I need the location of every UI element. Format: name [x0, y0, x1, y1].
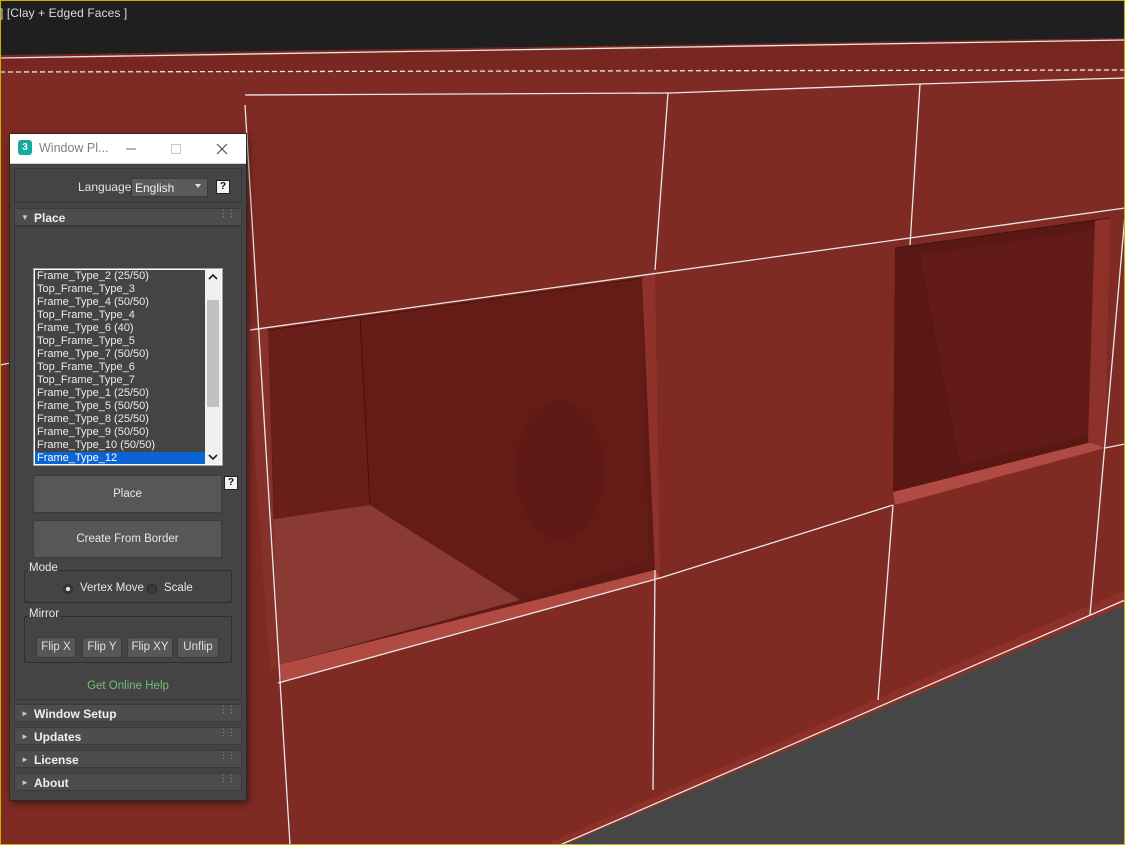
window-placer-panel[interactable]: 3 Window Pl... Language: English ? ▼ Pla… [10, 134, 246, 800]
rollout-license-header[interactable]: ► License ⋮⋮ [14, 750, 242, 768]
collapsed-triangle-icon: ► [21, 732, 29, 741]
flip-xy-button[interactable]: Flip XY [127, 637, 173, 658]
list-item[interactable]: Frame_Type_7 (50/50) [35, 348, 205, 361]
language-label: Language: [78, 180, 135, 194]
mirror-group-title: Mirror [28, 608, 61, 620]
rollout-window-setup-header[interactable]: ► Window Setup ⋮⋮ [14, 704, 242, 722]
rollout-title: Place [34, 211, 66, 225]
list-item[interactable]: Top_Frame_Type_6 [35, 361, 205, 374]
mode-group-title: Mode [28, 562, 59, 574]
vertex-move-radio[interactable] [63, 584, 73, 594]
rollout-title: About [34, 776, 69, 790]
grip-icon: ⋮⋮ [219, 773, 236, 783]
maximize-icon [171, 143, 181, 154]
window-title: Window Pl... [39, 141, 109, 155]
list-item[interactable]: Frame_Type_5 (50/50) [35, 400, 205, 413]
scroll-thumb[interactable] [207, 300, 219, 407]
close-button[interactable] [202, 134, 242, 163]
rollout-title: License [34, 753, 79, 767]
unflip-button[interactable]: Unflip [177, 637, 219, 658]
language-selected: English [135, 181, 175, 195]
scale-radio[interactable] [147, 584, 157, 594]
get-online-help-link[interactable]: Get Online Help [14, 680, 242, 692]
grip-icon: ⋮⋮ [219, 704, 236, 714]
vertex-move-label[interactable]: Vertex Move [80, 582, 144, 594]
minimize-icon [126, 148, 136, 149]
grip-icon: ⋮⋮ [219, 750, 236, 760]
list-item[interactable]: Frame_Type_9 (50/50) [35, 426, 205, 439]
scale-label[interactable]: Scale [164, 582, 193, 594]
rollout-updates-header[interactable]: ► Updates ⋮⋮ [14, 727, 242, 745]
place-button[interactable]: Place [33, 475, 222, 513]
language-help-button[interactable]: ? [216, 180, 230, 194]
language-row: Language: English ? [14, 168, 242, 203]
expanded-triangle-icon: ▼ [21, 213, 29, 222]
scroll-up-arrow-icon [208, 273, 218, 280]
close-icon [216, 143, 228, 154]
list-item[interactable]: Frame_Type_8 (25/50) [35, 413, 205, 426]
language-dropdown[interactable]: English [131, 178, 208, 197]
scroll-down-button[interactable] [205, 449, 221, 464]
mirror-group: Mirror Flip X Flip Y Flip XY Unflip [24, 608, 232, 663]
maximize-button[interactable] [156, 134, 196, 163]
list-item[interactable]: Top_Frame_Type_3 [35, 283, 205, 296]
scroll-down-arrow-icon [208, 454, 218, 461]
create-from-border-button[interactable]: Create From Border [33, 520, 222, 558]
list-item[interactable]: Top_Frame_Type_4 [35, 309, 205, 322]
grip-icon: ⋮⋮ [219, 208, 236, 218]
collapsed-triangle-icon: ► [21, 778, 29, 787]
list-item[interactable]: Frame_Type_10 (50/50) [35, 439, 205, 452]
minimize-button[interactable] [111, 134, 151, 163]
collapsed-triangle-icon: ► [21, 755, 29, 764]
panel-client: Language: English ? ▼ Place ⋮⋮ Frame_Typ… [14, 168, 242, 796]
rollout-about-header[interactable]: ► About ⋮⋮ [14, 773, 242, 791]
title-bar[interactable]: 3 Window Pl... [10, 134, 246, 164]
listbox-scrollbar[interactable] [205, 270, 221, 464]
flip-y-button[interactable]: Flip Y [82, 637, 122, 658]
place-help-button[interactable]: ? [224, 476, 238, 490]
app-3dsmax-icon: 3 [18, 140, 32, 155]
list-item[interactable]: Frame_Type_6 (40) [35, 322, 205, 335]
viewport-label[interactable]: ] [Clay + Edged Faces ] [0, 6, 127, 20]
collapsed-triangle-icon: ► [21, 709, 29, 718]
scroll-up-button[interactable] [205, 270, 221, 285]
list-item[interactable]: Top_Frame_Type_5 [35, 335, 205, 348]
listbox-items: Frame_Type_2 (25/50) Top_Frame_Type_3 Fr… [35, 270, 205, 464]
rollout-title: Window Setup [34, 707, 117, 721]
list-item[interactable]: Top_Frame_Type_7 [35, 374, 205, 387]
flip-x-button[interactable]: Flip X [36, 637, 76, 658]
mode-group: Mode Vertex Move Scale [24, 562, 232, 603]
rollout-place-header[interactable]: ▼ Place ⋮⋮ [14, 208, 242, 226]
frame-type-listbox[interactable]: Frame_Type_2 (25/50) Top_Frame_Type_3 Fr… [33, 268, 223, 466]
list-item-selected[interactable]: Frame_Type_12 [35, 452, 205, 464]
rollout-title: Updates [34, 730, 82, 744]
dropdown-arrow-icon [195, 184, 201, 188]
list-item[interactable]: Frame_Type_2 (25/50) [35, 270, 205, 283]
list-item[interactable]: Frame_Type_4 (50/50) [35, 296, 205, 309]
grip-icon: ⋮⋮ [219, 727, 236, 737]
list-item[interactable]: Frame_Type_1 (25/50) [35, 387, 205, 400]
